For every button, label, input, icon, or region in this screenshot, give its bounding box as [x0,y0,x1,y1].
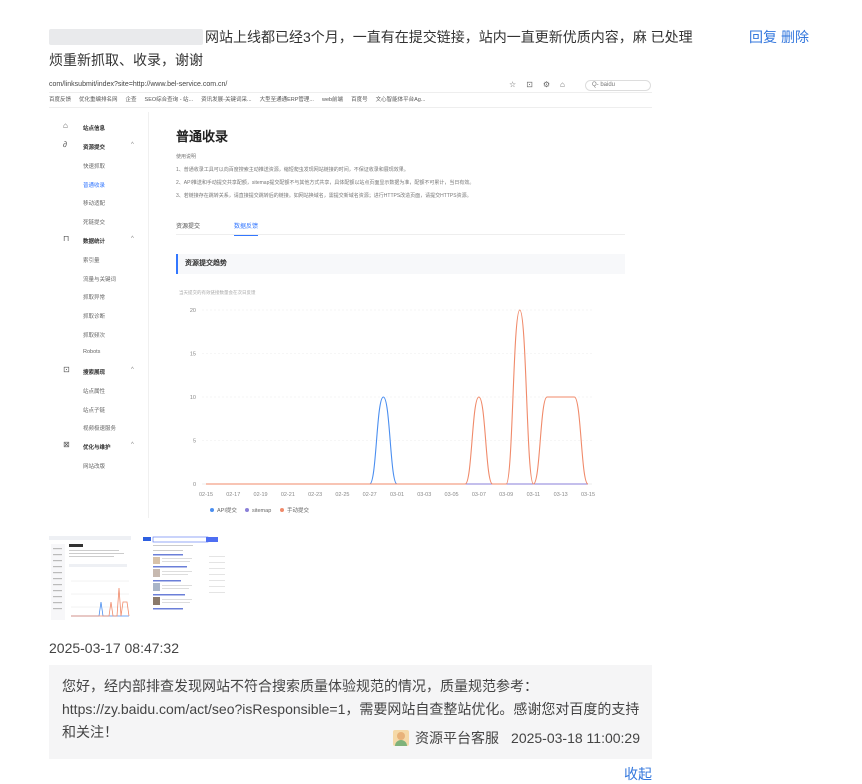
chart-legend-label: API提交 [217,506,237,514]
chart-x-tick-label: 02-15 [199,492,213,498]
service-name: 资源平台客服 [415,730,500,746]
collapse-link[interactable]: 收起 [624,764,652,784]
chart-y-tick-label: 5 [193,439,196,445]
chart-x-tick-label: 02-19 [254,492,268,498]
chart-x-tick-label: 03-03 [417,492,431,498]
chart-x-tick-label: 03-07 [472,492,486,498]
question-text-block: 网站上线都已经3个月，一直有在提交链接，站内一直更新优质内容，麻 已处理烦重新抓… [49,26,699,72]
thumbnail-2-graphic [143,536,231,622]
chart-y-tick-label: 0 [193,482,196,488]
question-actions: 回复 删除 [749,26,813,49]
chart-y-tick-label: 15 [190,352,196,358]
thumbnail-1-graphic [49,536,131,622]
reply-box: 您好，经内部排查发现网站不符合搜索质量体验规范的情况，质量规范参考：https:… [49,665,652,759]
service-avatar [393,730,410,746]
chart-x-tick-label: 03-09 [499,492,513,498]
reply-footer: 资源平台客服 2025-03-18 11:00:29 [393,728,640,748]
chart-x-tick-label: 02-23 [308,492,322,498]
question-timestamp: 2025-03-17 08:47:32 [49,640,179,656]
chart-legend-marker [245,508,249,512]
chart-x-tick-label: 03-13 [554,492,568,498]
thumbnail-image-1[interactable] [49,536,131,622]
chart-x-tick-label: 02-17 [226,492,240,498]
chart-x-tick-label: 03-11 [527,492,541,498]
screenshot-attachment[interactable]: com/linksubmit/index?site=http://www.bel… [49,78,652,518]
chart-legend-label: sitemap [252,508,271,514]
reply-timestamp: 2025-03-18 11:00:29 [511,730,640,746]
blurred-site-name [49,29,203,45]
chart-x-tick-label: 02-21 [281,492,295,498]
chart-x-tick-label: 03-15 [581,492,595,498]
thumbnail-image-2[interactable] [143,536,231,622]
chart-x-tick-label: 03-01 [390,492,404,498]
chart-y-tick-label: 10 [190,395,196,401]
chart-y-tick-label: 20 [190,308,196,314]
chart-legend-marker [210,508,214,512]
chart-x-tick-label: 02-27 [363,492,377,498]
chart-legend-marker [280,508,284,512]
submission-trend-chart: 0 5 10 15 20 02-15 02-17 02-19 02-21 02-23 02-25 02… [190,308,595,514]
chart-legend-label: 手动提交 [287,506,310,514]
chart-x-tick-label: 02-25 [335,492,349,498]
reply-link[interactable]: 回复 [749,29,777,45]
delete-link[interactable]: 删除 [781,29,809,45]
chart-x-tick-label: 03-05 [445,492,459,498]
